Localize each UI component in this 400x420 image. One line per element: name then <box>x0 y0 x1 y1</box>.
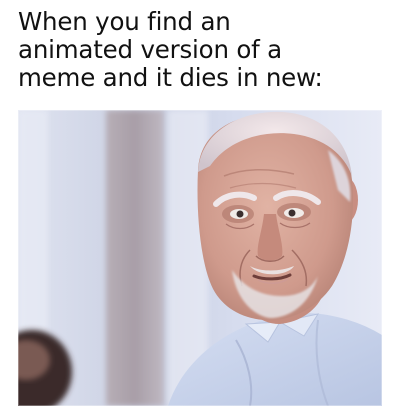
caption-line-2: animated version of a <box>18 35 282 64</box>
caption-line-3: meme and it dies in new: <box>18 63 323 92</box>
meme-caption: When you find an animated version of a m… <box>18 8 388 92</box>
worried-older-man-photo-icon <box>18 110 382 406</box>
caption-line-1: When you find an <box>18 7 231 36</box>
meme-photo <box>18 110 382 406</box>
